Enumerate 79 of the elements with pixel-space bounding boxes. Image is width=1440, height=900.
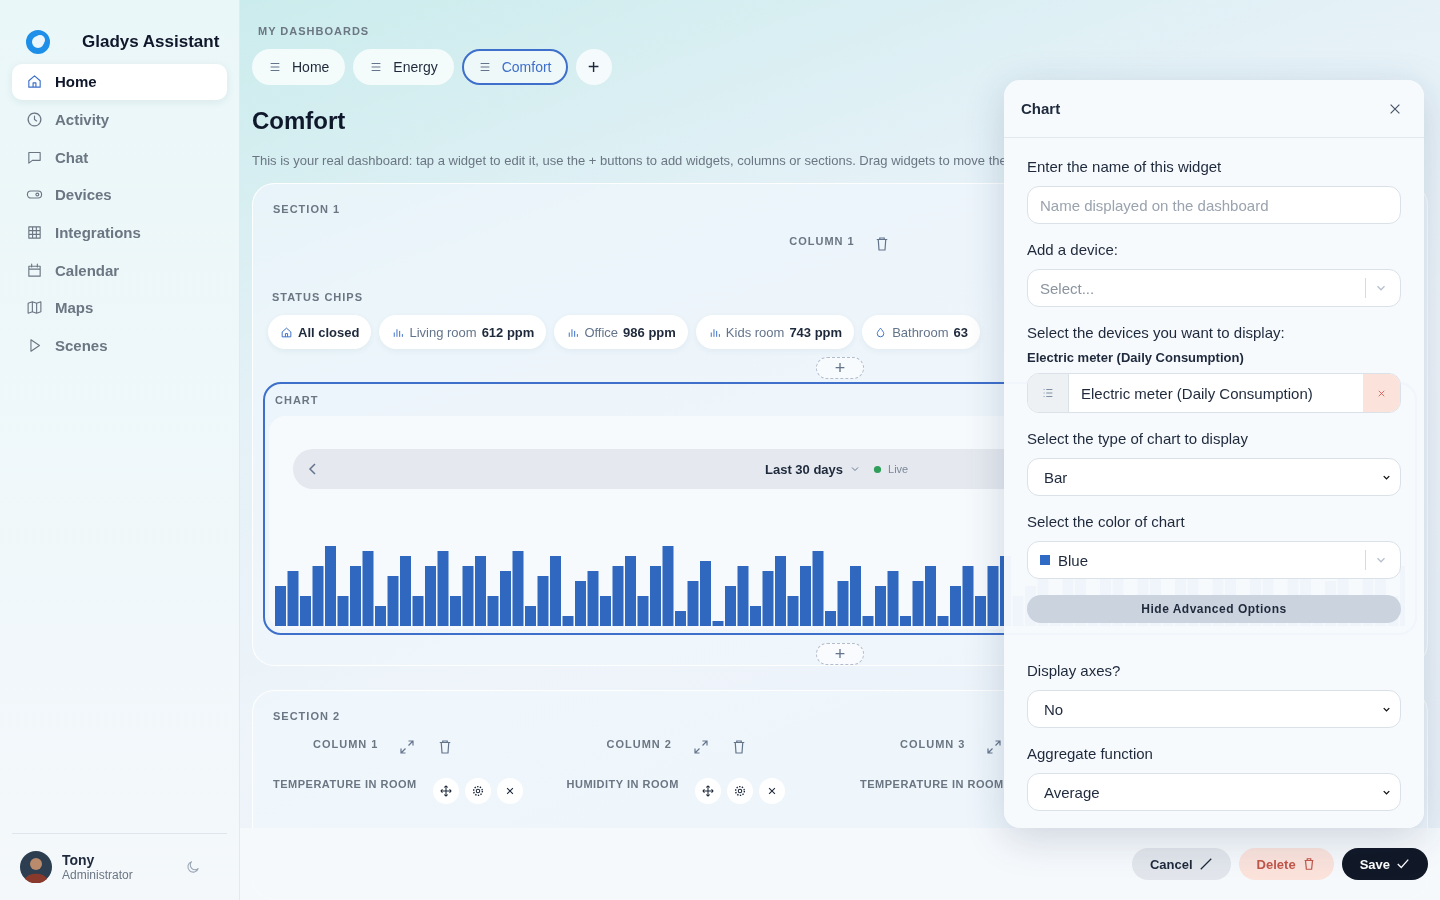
expand-icon[interactable] (985, 738, 1004, 756)
app-name: Gladys Assistant (82, 32, 220, 52)
add-widget-button[interactable]: + (816, 643, 864, 665)
dashboard-tab[interactable]: Energy (353, 49, 454, 85)
check-icon (1396, 857, 1410, 871)
moon-icon[interactable] (185, 859, 201, 875)
widget-title: TEMPERATURE IN ROOM (860, 778, 1004, 790)
field-label: Aggregate function (1027, 745, 1154, 762)
column-title: COLUMN 1 (313, 738, 379, 750)
sidebar-item[interactable]: Integrations (12, 214, 227, 251)
dropdown[interactable]: No (1027, 690, 1401, 728)
user-role: Administrator (62, 868, 134, 882)
expand-icon[interactable] (398, 738, 417, 756)
status-chip[interactable]: Bathroom 63 (862, 315, 980, 349)
section-title: SECTION 2 (273, 710, 341, 722)
column-title: COLUMN 1 (789, 235, 855, 247)
dashboards-heading: MY DASHBOARDS (258, 25, 370, 37)
map-icon (26, 299, 43, 317)
logo-icon (24, 28, 52, 56)
slash-icon (1198, 857, 1213, 871)
add-widget-button[interactable]: + (816, 357, 864, 379)
page-title: Comfort (252, 107, 346, 135)
grid-icon (26, 224, 43, 242)
advanced-options-button[interactable]: Hide Advanced Options (1027, 595, 1401, 623)
status-chip[interactable]: Office 986 ppm (554, 315, 688, 349)
delete-button[interactable]: Delete (1238, 848, 1334, 880)
settings-icon (470, 784, 485, 798)
section-title: SECTION 1 (273, 203, 341, 215)
avatar (20, 851, 52, 883)
status-chip[interactable]: Living room 612 ppm (379, 315, 547, 349)
widget-title: STATUS CHIPS (272, 291, 364, 303)
sidebar-item[interactable]: Chat (12, 139, 227, 176)
field-label: Add a device: (1027, 241, 1119, 258)
widget-title: CHART (275, 394, 319, 406)
live-label: Live (888, 463, 909, 475)
sidebar-item[interactable]: Maps (12, 290, 227, 326)
field-label: Display axes? (1027, 662, 1122, 679)
color-select[interactable]: Blue (1027, 541, 1401, 579)
add-dashboard-button[interactable]: + (575, 49, 612, 85)
settings-icon (732, 784, 747, 798)
dropdown[interactable]: Bar (1027, 458, 1401, 496)
settings-button[interactable] (464, 778, 491, 804)
sidebar-item[interactable]: Devices (12, 177, 227, 213)
expand-icon[interactable] (691, 738, 710, 756)
sidebar-item[interactable]: Home (12, 64, 227, 100)
field-label: Enter the name of this widget (1027, 158, 1223, 175)
dashboard-tab[interactable]: Comfort (461, 49, 568, 85)
home-icon (26, 73, 43, 91)
home-icon (280, 325, 293, 339)
cancel-button[interactable]: Cancel (1131, 848, 1231, 880)
move-button[interactable] (432, 778, 459, 804)
sidebar-item[interactable]: Calendar (12, 252, 227, 289)
field-label: Select the color of chart (1027, 513, 1186, 530)
input-field[interactable]: Name displayed on the dashboard (1027, 186, 1401, 224)
move-button[interactable] (694, 778, 721, 804)
settings-button[interactable] (726, 778, 753, 804)
field-label: Select the type of chart to display (1027, 430, 1249, 447)
panel-title: Chart (1021, 100, 1061, 117)
status-chip[interactable]: Kids room 743 ppm (695, 315, 855, 349)
period-selector[interactable]: Last 30 days (765, 461, 844, 477)
dashboard-tab[interactable]: Home (252, 49, 346, 85)
dropdown[interactable]: Average (1027, 773, 1401, 811)
widget-title: HUMIDITY IN ROOM (566, 778, 679, 790)
status-chip[interactable]: All closed (268, 315, 372, 349)
save-button[interactable]: Save (1341, 848, 1428, 880)
column-title: COLUMN 3 (900, 738, 966, 750)
move-icon (438, 784, 453, 798)
calendar-icon (26, 261, 43, 279)
field-label: Select the devices you want to display: (1027, 324, 1286, 341)
device-heading: Electric meter (Daily Consumption) (1027, 350, 1245, 365)
clock-icon (26, 111, 43, 129)
menu-icon (268, 60, 282, 74)
move-icon (700, 784, 715, 798)
sidebar-item[interactable]: Activity (12, 101, 227, 138)
column-title: COLUMN 2 (606, 738, 672, 750)
widget-title: TEMPERATURE IN ROOM (273, 778, 417, 790)
live-dot-icon (873, 464, 883, 474)
sidebar-item[interactable]: Scenes (12, 327, 227, 364)
user-name: Tony (62, 852, 96, 868)
